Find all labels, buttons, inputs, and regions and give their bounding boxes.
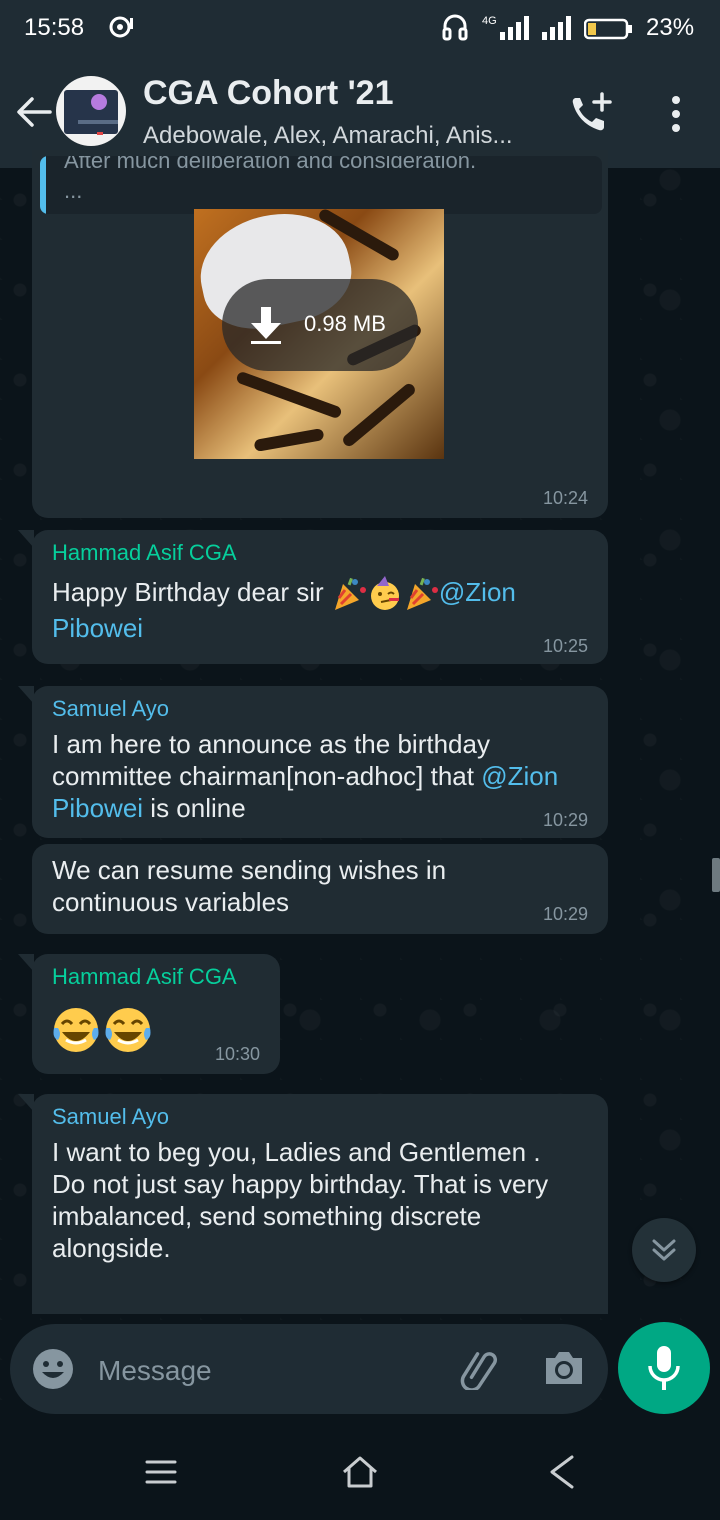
- partying-face-emoji: [370, 576, 399, 611]
- emoji-message: [50, 1004, 154, 1056]
- quoted-text: After much deliberation and consideratio…: [64, 156, 477, 173]
- signal-4g-icon: 4G: [482, 15, 529, 40]
- microphone-icon: [648, 1346, 680, 1390]
- sender-name[interactable]: Samuel Ayo: [52, 1104, 169, 1130]
- headset-icon: [442, 14, 468, 41]
- message-text: I want to beg you, Ladies and Gentlemen …: [52, 1136, 602, 1264]
- double-chevron-down-icon: [652, 1239, 676, 1261]
- message-bubble[interactable]: Hammad Asif CGA Happy Birthday dear sir …: [18, 530, 608, 664]
- message-line: Do not just say happy birthday. That is …: [52, 1169, 549, 1199]
- party-popper-emoji: [334, 577, 366, 611]
- message-bubble[interactable]: Hammad Asif CGA 10:30: [18, 954, 280, 1074]
- message-input[interactable]: [96, 1350, 430, 1392]
- message-text: I am here to announce as the birthday co…: [52, 728, 602, 824]
- face-with-tears-of-joy-emoji: [53, 1008, 99, 1052]
- attach-paperclip-icon[interactable]: [456, 1346, 500, 1390]
- message-time: 10:29: [542, 810, 588, 830]
- message-line: continuous variables: [52, 887, 290, 917]
- status-bar: 15:58 4G 23%: [0, 0, 720, 56]
- image-thumbnail[interactable]: 0.98 MB: [194, 209, 444, 459]
- message-time: 10:30: [214, 1044, 260, 1064]
- sender-name[interactable]: Hammad Asif CGA: [52, 964, 237, 990]
- message-time: 10:24: [542, 488, 588, 508]
- message-bubble[interactable]: After much deliberation and consideratio…: [32, 150, 608, 518]
- message-composer[interactable]: [10, 1324, 608, 1414]
- message-line: We can resume sending wishes in: [52, 855, 447, 885]
- battery-icon: [584, 18, 632, 40]
- chat-participants[interactable]: Adebowale, Alex, Amarachi, Anis...: [143, 122, 543, 150]
- back-arrow-icon[interactable]: [14, 92, 54, 132]
- sender-name[interactable]: Samuel Ayo: [52, 696, 169, 722]
- home-icon[interactable]: [340, 1452, 380, 1492]
- camera-icon[interactable]: [542, 1348, 586, 1388]
- network-type: 4G: [482, 15, 497, 27]
- file-size: 0.98 MB: [304, 311, 386, 336]
- message-bubble[interactable]: Samuel Ayo I want to beg you, Ladies and…: [18, 1094, 608, 1314]
- message-line: committee chairman[non-adhoc] that: [52, 761, 482, 791]
- mention-link[interactable]: Pibowei: [52, 613, 143, 643]
- status-time: 15:58: [24, 14, 85, 41]
- download-button[interactable]: 0.98 MB: [222, 279, 418, 371]
- download-icon[interactable]: [246, 305, 286, 345]
- chat-title[interactable]: CGA Cohort '21: [143, 74, 394, 113]
- scroll-indicator[interactable]: [712, 858, 720, 892]
- group-avatar[interactable]: [56, 76, 126, 146]
- party-popper-emoji: [406, 577, 438, 611]
- signal-icon: [542, 16, 571, 40]
- chat-notification-icon: [109, 16, 133, 38]
- message-text-body: Happy Birthday dear sir: [52, 577, 331, 607]
- quoted-ellipsis: ...: [64, 178, 83, 203]
- mention-link[interactable]: Pibowei: [52, 793, 143, 823]
- mention-link[interactable]: @Zion: [481, 761, 558, 791]
- quote-bar: [40, 156, 46, 214]
- sender-name[interactable]: Hammad Asif CGA: [52, 540, 237, 566]
- message-time: 10:29: [542, 904, 588, 924]
- recent-apps-icon[interactable]: [145, 1456, 177, 1488]
- message-bubble[interactable]: We can resume sending wishes in continuo…: [32, 844, 608, 934]
- mention-link[interactable]: @Zion: [439, 577, 516, 607]
- message-bubble[interactable]: Samuel Ayo I am here to announce as the …: [18, 686, 608, 838]
- emoji-icon[interactable]: [32, 1348, 74, 1390]
- quoted-message[interactable]: After much deliberation and consideratio…: [40, 156, 602, 214]
- more-options-icon[interactable]: [666, 94, 686, 134]
- message-time: 10:25: [542, 636, 588, 656]
- scroll-to-bottom-button[interactable]: [632, 1218, 696, 1282]
- message-text: We can resume sending wishes in continuo…: [52, 854, 552, 918]
- message-text: Happy Birthday dear sir @Zion Pibowei: [52, 576, 592, 644]
- avatar-image: [64, 90, 118, 135]
- voice-message-button[interactable]: [618, 1322, 710, 1414]
- message-line: alongside.: [52, 1233, 171, 1263]
- message-line: imbalanced, send something discrete: [52, 1201, 482, 1231]
- message-line: I am here to announce as the birthday: [52, 729, 490, 759]
- battery-percent: 23%: [646, 14, 695, 41]
- face-with-tears-of-joy-emoji: [105, 1008, 151, 1052]
- add-call-icon[interactable]: [568, 92, 616, 136]
- nav-back-icon[interactable]: [548, 1454, 576, 1490]
- message-line: is online: [143, 793, 246, 823]
- system-navigation-bar: [0, 1420, 720, 1520]
- message-line: I want to beg you, Ladies and Gentlemen …: [52, 1137, 541, 1167]
